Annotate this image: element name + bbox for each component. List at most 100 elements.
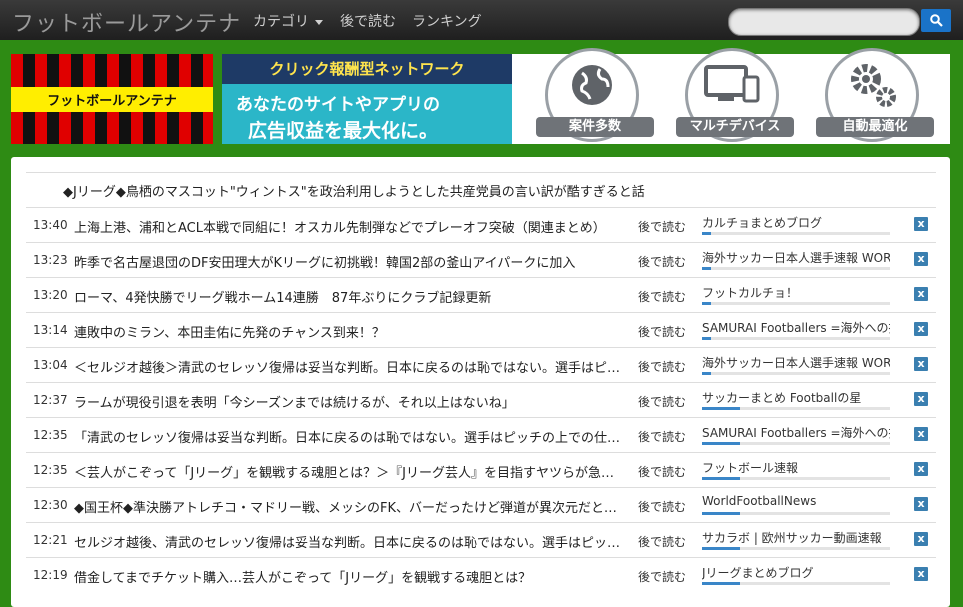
popularity-bar [702, 547, 890, 550]
article-row[interactable]: 13:40 上海上港、浦和とACL本戦で同組に！オスカル先制弾などでプレーオフ突破… [26, 207, 936, 243]
close-icon[interactable]: x [914, 392, 928, 406]
article-row[interactable]: 12:30 ◆国王杯◆準決勝アトレチコ・マドリー戦、メッシのFK、バーだったけど弾… [26, 487, 936, 523]
article-row[interactable]: 13:14 連敗中のミラン、本田圭佑に先発のチャンス到来！？ 後で読む SAMURAI… [26, 312, 936, 348]
article-title-link[interactable]: ＜セルジオ越後＞清武のセレッソ復帰は妥当な判断。日本に戻るのは恥ではない。選手は… [74, 357, 624, 376]
close-icon[interactable]: x [914, 252, 928, 266]
article-source-link[interactable]: フットカルチョ！ [702, 284, 890, 301]
ad-feature-auto-optimize: 自動最適化 [816, 48, 934, 144]
popularity-bar-fill [702, 302, 712, 305]
article-time: 13:04 [33, 358, 68, 372]
ad-body: あなたのサイトやアプリの 広告収益を最大化に。 [222, 84, 512, 144]
article-row[interactable]: 12:21 セルジオ越後、清武のセレッソ復帰は妥当な判断。日本に戻るのは恥ではない… [26, 522, 936, 558]
popularity-bar [702, 232, 890, 235]
site-logo[interactable]: フットボールアンテナ [12, 6, 241, 38]
article-time: 13:14 [33, 323, 68, 337]
banner-logo-text: フットボールアンテナ [11, 87, 213, 112]
article-row[interactable]: 13:04 ＜セルジオ越後＞清武のセレッソ復帰は妥当な判断。日本に戻るのは恥ではな… [26, 347, 936, 383]
close-icon[interactable]: x [914, 217, 928, 231]
article-time: 13:40 [33, 218, 68, 232]
popularity-bar [702, 267, 890, 270]
read-later-link[interactable]: 後で読む [638, 568, 686, 585]
article-source-link[interactable]: 海外サッカー日本人選手速報 WORLD [702, 354, 890, 371]
article-source-link[interactable]: Jリーグまとめブログ [702, 564, 890, 581]
article-title-link[interactable]: ◆国王杯◆準決勝アトレチコ・マドリー戦、メッシのFK、バーだったけど弾道が異次元… [74, 497, 624, 516]
popularity-bar-fill [702, 372, 712, 375]
article-time: 12:35 [33, 428, 68, 442]
article-list-panel: ◆Jリーグ◆鳥栖のマスコット"ウィントス"を政治利用しようとした共産党員の言い訳… [11, 157, 950, 607]
nav-category[interactable]: カテゴリ [253, 11, 323, 31]
article-source-link[interactable]: カルチョまとめブログ [702, 214, 890, 231]
chevron-down-icon [315, 19, 323, 25]
read-later-link[interactable]: 後で読む [638, 393, 686, 410]
ad-headline: クリック報酬型ネットワーク [222, 54, 512, 84]
nav-ranking[interactable]: ランキング [412, 11, 482, 31]
close-icon[interactable]: x [914, 462, 928, 476]
article-row[interactable]: 12:35 ＜芸人がこぞって「Jリーグ」を観戦する魂胆とは？＞『Jリーグ芸人』を目… [26, 452, 936, 488]
article-title-link[interactable]: 借金してまでチケット購入…芸人がこぞって「Jリーグ」を観戦する魂胆とは？ [74, 567, 624, 586]
article-title-link[interactable]: 「清武のセレッソ復帰は妥当な判断。日本に戻るのは恥ではない。選手はピッチの上での… [74, 427, 624, 446]
article-title-link[interactable]: ＜芸人がこぞって「Jリーグ」を観戦する魂胆とは？＞『Jリーグ芸人』を目指すヤツら… [74, 462, 624, 481]
article-source-link[interactable]: 海外サッカー日本人選手速報 WORLD [702, 249, 890, 266]
article-time: 12:19 [33, 568, 68, 582]
read-later-link[interactable]: 後で読む [638, 358, 686, 375]
popularity-bar [702, 337, 890, 340]
ad-banner[interactable]: クリック報酬型ネットワーク あなたのサイトやアプリの 広告収益を最大化に。 案件… [222, 48, 950, 144]
article-row[interactable]: 13:20 ローマ、4発快勝でリーグ戦ホーム14連勝 87年ぶりにクラブ記録更新後… [26, 277, 936, 313]
popularity-bar-fill [702, 442, 740, 445]
article-title-link[interactable]: セルジオ越後、清武のセレッソ復帰は妥当な判断。日本に戻るのは恥ではない。選手はピ… [74, 532, 624, 551]
close-icon[interactable]: x [914, 357, 928, 371]
read-later-link[interactable]: 後で読む [638, 463, 686, 480]
divider [26, 172, 936, 173]
read-later-link[interactable]: 後で読む [638, 253, 686, 270]
ad-feature-label: 案件多数 [536, 117, 654, 137]
read-later-link[interactable]: 後で読む [638, 288, 686, 305]
nav-category-label: カテゴリ [253, 14, 309, 30]
article-source-link[interactable]: SAMURAI Footballers =海外への挑戦= [702, 319, 890, 336]
ad-line-1: あなたのサイトやアプリの [236, 95, 440, 115]
read-later-link[interactable]: 後で読む [638, 323, 686, 340]
ad-feature-offers: 案件多数 [536, 48, 654, 144]
popularity-bar-fill [702, 547, 740, 550]
article-title-link[interactable]: ラームが現役引退を表明「今シーズンまでは続けるが、それ以上はないね」 [74, 392, 624, 411]
article-title-link[interactable]: 昨季で名古屋退団のDF安田理大がKリーグに初挑戦！韓国2部の釜山アイパークに加入 [74, 252, 624, 271]
article-row[interactable]: 12:37 ラームが現役引退を表明「今シーズンまでは続けるが、それ以上はないね」後… [26, 382, 936, 418]
close-icon[interactable]: x [914, 322, 928, 336]
ad-feature-multidevice: マルチデバイス [676, 48, 794, 144]
article-time: 12:35 [33, 463, 68, 477]
article-source-link[interactable]: WorldFootballNews [702, 494, 890, 508]
close-icon[interactable]: x [914, 497, 928, 511]
article-source-link[interactable]: サカラボ | 欧州サッカー動画速報 [702, 529, 890, 546]
nav-read-later[interactable]: 後で読む [340, 11, 396, 31]
search-button[interactable] [921, 9, 951, 32]
close-icon[interactable]: x [914, 532, 928, 546]
read-later-link[interactable]: 後で読む [638, 218, 686, 235]
article-source-link[interactable]: フットボール速報 [702, 459, 890, 476]
ad-line-2: 広告収益を最大化に。 [248, 120, 439, 142]
site-banner-logo[interactable]: フットボールアンテナ [11, 54, 213, 144]
popularity-bar [702, 407, 890, 410]
article-title-link[interactable]: ローマ、4発快勝でリーグ戦ホーム14連勝 87年ぶりにクラブ記録更新 [74, 287, 624, 306]
popularity-bar [702, 442, 890, 445]
article-row[interactable]: 12:35 「清武のセレッソ復帰は妥当な判断。日本に戻るのは恥ではない。選手はピッ… [26, 417, 936, 453]
close-icon[interactable]: x [914, 567, 928, 581]
search-icon [929, 14, 943, 27]
article-source-link[interactable]: サッカーまとめ Footballの星 [702, 389, 890, 406]
article-title-link[interactable]: 連敗中のミラン、本田圭佑に先発のチャンス到来！？ [74, 322, 624, 341]
search-input[interactable] [728, 8, 920, 36]
read-later-link[interactable]: 後で読む [638, 533, 686, 550]
read-later-link[interactable]: 後で読む [638, 428, 686, 445]
popularity-bar-fill [702, 267, 712, 270]
article-row[interactable]: 13:23 昨季で名古屋退団のDF安田理大がKリーグに初挑戦！韓国2部の釜山アイパ… [26, 242, 936, 278]
article-title-link[interactable]: 上海上港、浦和とACL本戦で同組に！オスカル先制弾などでプレーオフ突破（関連まと… [74, 217, 624, 236]
featured-headline[interactable]: ◆Jリーグ◆鳥栖のマスコット"ウィントス"を政治利用しようとした共産党員の言い訳… [63, 181, 645, 200]
article-row[interactable]: 12:19 借金してまでチケット購入…芸人がこぞって「Jリーグ」を観戦する魂胆とは… [26, 557, 936, 593]
popularity-bar-fill [702, 582, 740, 585]
popularity-bar-fill [702, 512, 740, 515]
article-source-link[interactable]: SAMURAI Footballers =海外への挑戦= [702, 424, 890, 441]
close-icon[interactable]: x [914, 427, 928, 441]
read-later-link[interactable]: 後で読む [638, 498, 686, 515]
ad-feature-label: マルチデバイス [676, 117, 794, 137]
close-icon[interactable]: x [914, 287, 928, 301]
popularity-bar [702, 512, 890, 515]
article-time: 12:37 [33, 393, 68, 407]
